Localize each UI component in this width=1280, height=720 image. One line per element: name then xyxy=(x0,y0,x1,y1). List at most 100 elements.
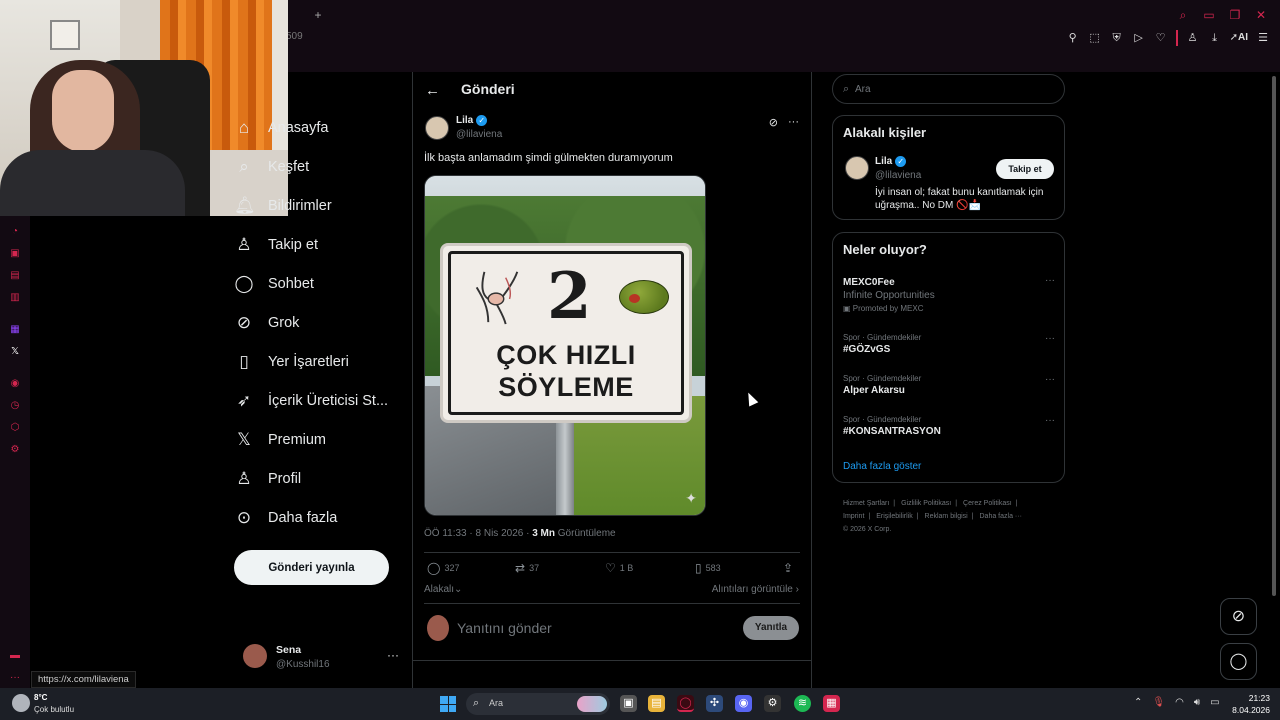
nav-item-premium[interactable]: 𝕏 Premium xyxy=(234,422,326,458)
clock-time[interactable]: 21:23 xyxy=(1236,693,1270,703)
post-image[interactable]: 2 ÇOK HIZLI SÖYLEME ✦ xyxy=(424,175,706,516)
nav-item-bookmarks[interactable]: ▯ Yer İşaretleri xyxy=(234,344,349,380)
snapshot-icon[interactable]: ⬚ xyxy=(1088,31,1102,45)
show-more-link[interactable]: Daha fazla göster xyxy=(843,461,921,472)
reply-input[interactable]: Yanıtını gönder xyxy=(457,620,552,636)
view-quotes-link[interactable]: Alıntıları görüntüle › xyxy=(712,584,799,595)
windows-start-icon[interactable] xyxy=(440,696,456,712)
more-icon[interactable]: ··· xyxy=(1045,374,1055,385)
x-icon[interactable]: 𝕏 xyxy=(9,346,21,358)
bookmark-button[interactable]: ▯ 583 xyxy=(695,561,721,575)
grok-floating-button[interactable]: ⊘ xyxy=(1220,598,1257,635)
minimize-icon[interactable]: ▭ xyxy=(1202,8,1216,22)
footer-link[interactable]: Erişilebilirlik xyxy=(876,513,913,520)
taskbar-search[interactable]: ⌕ Ara xyxy=(466,693,610,715)
more-icon[interactable]: ··· xyxy=(1045,275,1055,286)
steam-icon[interactable]: ⚙ xyxy=(764,695,781,712)
task-view-icon[interactable]: ▣ xyxy=(620,695,637,712)
history-icon[interactable]: ◷ xyxy=(9,400,21,412)
account-switcher[interactable]: Sena @Kusshil16 ··· xyxy=(243,642,403,676)
avatar[interactable] xyxy=(845,156,869,180)
nav-item-follow[interactable]: ♙ Takip et xyxy=(234,227,318,263)
nav-item-more[interactable]: ⊙ Daha fazla xyxy=(234,500,337,536)
nav-item-creator-studio[interactable]: ➶ İçerik Üreticisi St... xyxy=(234,383,388,419)
back-arrow-icon[interactable]: ← xyxy=(425,82,440,99)
menu-icon[interactable]: ☰ xyxy=(1256,31,1270,45)
network-app-icon[interactable]: ✣ xyxy=(706,695,723,712)
microphone-icon[interactable]: 🎙︎ xyxy=(1152,697,1165,708)
new-tab-button[interactable]: + xyxy=(311,8,325,22)
nav-item-notifications[interactable]: 🔔︎ Bildirimler xyxy=(234,188,332,224)
footer-link[interactable]: Hizmet Şartları xyxy=(843,500,889,507)
shield-icon[interactable]: ⛨ xyxy=(1110,31,1124,45)
nav-item-profile[interactable]: ♙ Profil xyxy=(234,461,301,497)
avatar[interactable] xyxy=(425,116,449,140)
restore-icon[interactable]: ❐ xyxy=(1228,8,1242,22)
trend-item[interactable]: Spor · Gündemdekiler #GÖZvGS ··· xyxy=(843,333,1055,355)
vpn-icon[interactable]: ▬ xyxy=(9,650,21,662)
recording-app-icon[interactable]: ▦ xyxy=(823,695,840,712)
author-handle[interactable]: @lilaviena xyxy=(456,129,502,140)
discord-icon[interactable]: ◉ xyxy=(735,695,752,712)
more-icon[interactable]: ··· xyxy=(9,672,21,684)
twitch-icon[interactable]: ▦ xyxy=(9,324,21,336)
file-explorer-icon[interactable]: ▤ xyxy=(648,695,665,712)
follow-button[interactable]: Takip et xyxy=(996,159,1054,179)
heart-icon[interactable]: ♡ xyxy=(1154,31,1168,45)
opera-gx-icon[interactable]: ◯ xyxy=(677,695,694,712)
extensions-icon[interactable]: ⬡ xyxy=(9,422,21,434)
reply-button[interactable]: ◯ 327 xyxy=(427,561,459,575)
player-icon[interactable]: ◉ xyxy=(9,378,21,390)
footer-link[interactable]: Imprint xyxy=(843,513,864,520)
more-icon[interactable]: ··· xyxy=(1045,333,1055,344)
spotify-icon[interactable]: ≋ xyxy=(794,695,811,712)
post-date[interactable]: 8 Nis 2026 xyxy=(476,528,524,539)
nav-item-explore[interactable]: ⌕ Keşfet xyxy=(234,149,309,185)
messenger-icon[interactable]: ▤ xyxy=(9,270,21,282)
messages-floating-button[interactable]: ◯ xyxy=(1220,643,1257,680)
more-icon[interactable]: ··· xyxy=(387,648,399,662)
pin-icon[interactable]: ⚲ xyxy=(1066,31,1080,45)
volume-icon[interactable]: 🔊︎ xyxy=(1194,697,1200,708)
trend-item[interactable]: MEXC0Fee Infinite Opportunities ▣ Promot… xyxy=(843,275,1055,313)
weather-icon[interactable] xyxy=(12,694,30,712)
footer-link[interactable]: Gizlilik Politikası xyxy=(901,500,951,507)
settings-icon[interactable]: ⚙ xyxy=(9,444,21,456)
wifi-icon[interactable]: ◠ xyxy=(1175,697,1184,708)
related-toggle[interactable]: Alakalı⌄ xyxy=(424,584,462,595)
battery-icon[interactable]: ▭ xyxy=(1210,697,1219,708)
share-button[interactable]: ⇪ xyxy=(783,561,793,575)
user-icon[interactable]: ♙ xyxy=(1186,31,1200,45)
suggested-name[interactable]: Lila ✓ xyxy=(875,156,907,167)
download-icon[interactable]: ⤓ xyxy=(1208,31,1222,45)
scrollbar[interactable] xyxy=(1270,72,1278,688)
play-icon[interactable]: ▷ xyxy=(1132,31,1146,45)
footer-link[interactable]: Daha fazla ··· xyxy=(980,513,1022,520)
trend-item[interactable]: Spor · Gündemdekiler #KONSANTRASYON ··· xyxy=(843,415,1055,437)
bag-icon[interactable]: ▣ xyxy=(9,248,21,260)
speed-icon[interactable]: ◔ xyxy=(9,226,21,238)
repost-button[interactable]: ⇄ 37 xyxy=(515,561,539,575)
close-icon[interactable]: ✕ xyxy=(1254,8,1268,22)
search-input[interactable]: ⌕ Ara xyxy=(832,74,1065,104)
suggested-handle[interactable]: @lilaviena xyxy=(875,170,921,181)
grok-icon[interactable]: ⊘ xyxy=(769,116,778,129)
clock-date[interactable]: 8.04.2026 xyxy=(1226,705,1270,715)
author-name[interactable]: Lila ✓ xyxy=(456,115,488,126)
search-icon[interactable]: ⌕ xyxy=(1176,8,1190,22)
footer-link[interactable]: Reklam bilgisi xyxy=(925,513,968,520)
reply-submit-button[interactable]: Yanıtla xyxy=(743,616,799,640)
media-icon[interactable]: ▥ xyxy=(9,292,21,304)
trend-item[interactable]: Spor · Gündemdekiler Alper Akarsu ··· xyxy=(843,374,1055,396)
footer-link[interactable]: Çerez Politikası xyxy=(963,500,1012,507)
more-icon[interactable]: ··· xyxy=(1045,415,1055,426)
nav-item-chat[interactable]: ◯ Sohbet xyxy=(234,266,313,302)
compose-post-button[interactable]: Gönderi yayınla xyxy=(234,550,389,585)
nav-item-home[interactable]: ⌂ Anasayfa xyxy=(234,110,329,146)
scrollbar-thumb[interactable] xyxy=(1272,76,1276,596)
chevron-up-icon[interactable]: ⌃ xyxy=(1134,697,1142,708)
ai-button[interactable]: ➚AI xyxy=(1230,31,1248,45)
post-time[interactable]: ÖÖ 11:33 xyxy=(424,528,467,539)
more-icon[interactable]: ··· xyxy=(788,116,799,129)
like-button[interactable]: ♡ 1 B xyxy=(605,561,633,575)
